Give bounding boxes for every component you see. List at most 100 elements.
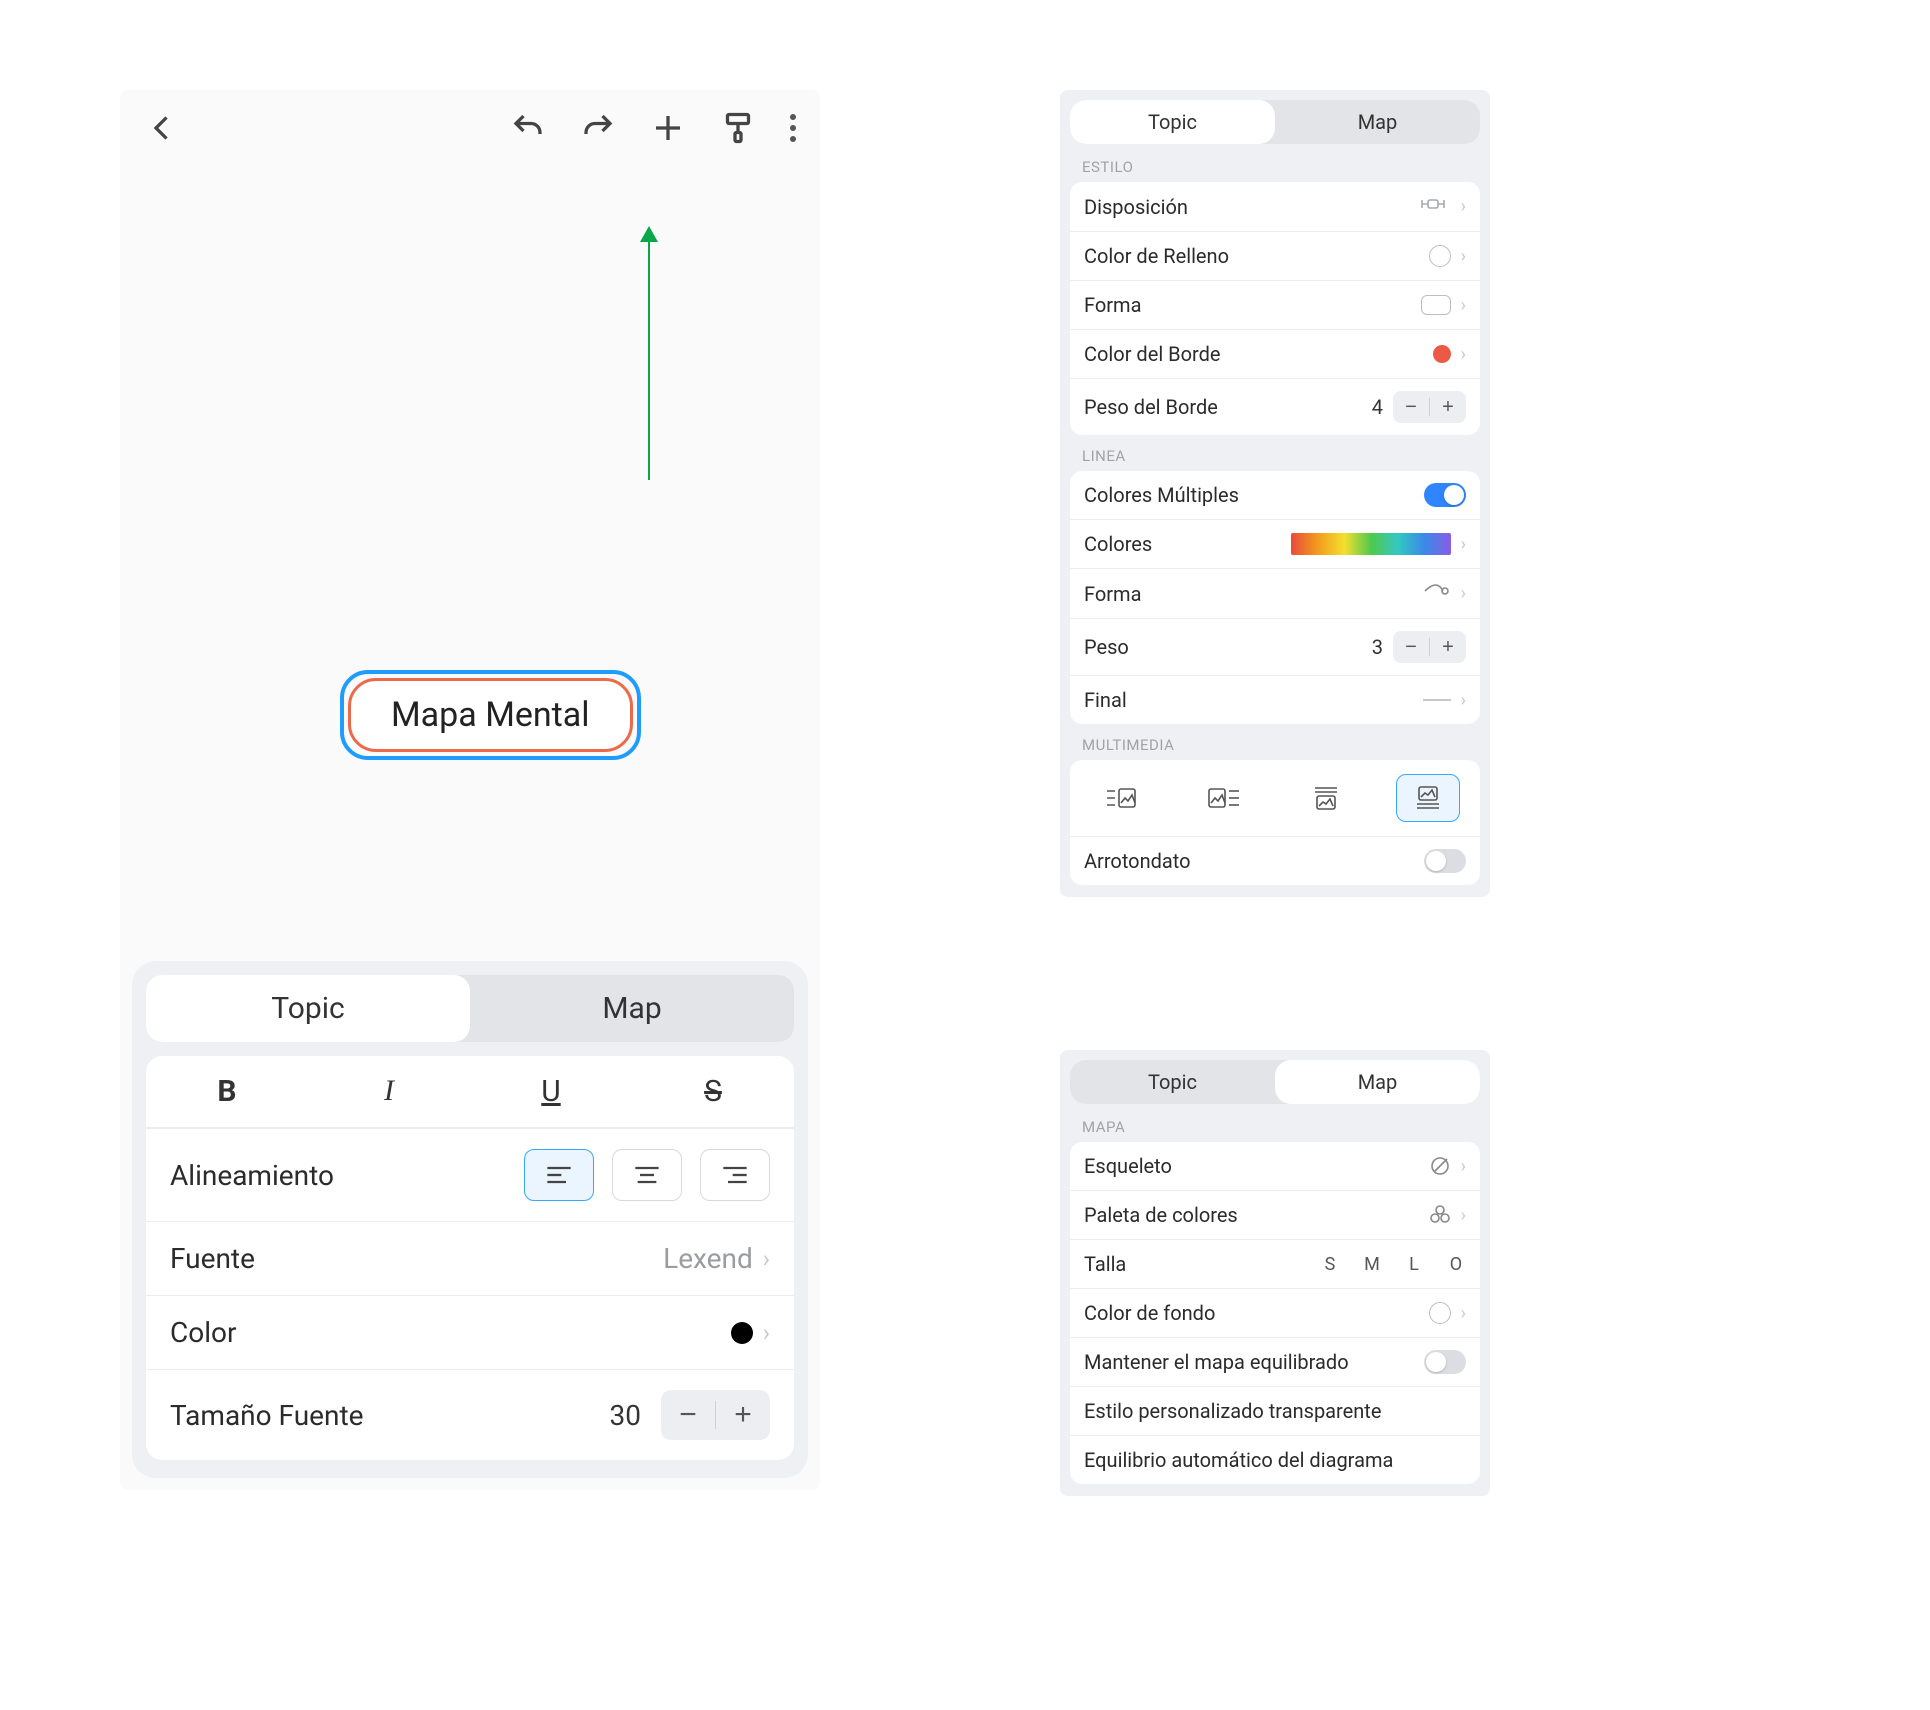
tab-map[interactable]: Map — [1275, 1060, 1480, 1104]
align-center-button[interactable] — [612, 1149, 682, 1201]
linea-sheet: Colores Múltiples Colores › Forma › Peso… — [1070, 471, 1480, 724]
auto-balance-row[interactable]: Equilibrio automático del diagrama — [1070, 1435, 1480, 1484]
chevron-right-icon: › — [1461, 196, 1466, 217]
balanced-label: Mantener el mapa equilibrado — [1084, 1350, 1349, 1374]
size-o-button[interactable]: O — [1446, 1254, 1466, 1275]
border-weight-label: Peso del Borde — [1084, 395, 1218, 419]
media-top-button[interactable] — [1294, 774, 1358, 822]
border-weight-value: 4 — [1372, 395, 1383, 419]
more-icon[interactable] — [790, 114, 796, 142]
skeleton-icon — [1429, 1155, 1451, 1177]
chevron-right-icon: › — [763, 1245, 770, 1273]
chevron-right-icon: › — [1461, 295, 1466, 316]
font-size-row: Tamaño Fuente 30 − + — [146, 1369, 794, 1460]
mindmap-root-label: Mapa Mental — [348, 678, 633, 752]
line-weight-stepper: 3 − + — [1372, 631, 1466, 663]
font-size-decrease-button[interactable]: − — [661, 1390, 715, 1440]
size-l-button[interactable]: L — [1404, 1254, 1424, 1275]
line-weight-increase-button[interactable]: + — [1430, 631, 1466, 663]
size-m-button[interactable]: M — [1362, 1254, 1382, 1275]
section-multimedia-label: MULTIMEDIA — [1070, 724, 1480, 760]
font-size-increase-button[interactable]: + — [716, 1390, 770, 1440]
bold-button[interactable]: B — [197, 1074, 257, 1109]
editor-toolbar — [120, 90, 820, 158]
rounded-toggle[interactable] — [1424, 849, 1466, 873]
balanced-row: Mantener el mapa equilibrado — [1070, 1337, 1480, 1386]
section-mapa-label: MAPA — [1070, 1106, 1480, 1142]
multimedia-sheet: Arrotondato — [1070, 760, 1480, 885]
undo-icon[interactable] — [510, 110, 546, 146]
italic-button[interactable]: I — [359, 1074, 419, 1109]
layout-icon — [1415, 194, 1451, 219]
color-swatch-icon — [731, 1322, 753, 1344]
media-right-button[interactable] — [1192, 774, 1256, 822]
fill-color-row[interactable]: Color de Relleno › — [1070, 231, 1480, 280]
line-end-row[interactable]: Final › — [1070, 675, 1480, 724]
border-color-label: Color del Borde — [1084, 342, 1220, 366]
disposicion-row[interactable]: Disposición › — [1070, 182, 1480, 231]
media-bottom-button[interactable] — [1396, 774, 1460, 822]
colors-label: Colores — [1084, 532, 1152, 556]
color-swatch-icon — [1433, 345, 1451, 363]
border-color-row[interactable]: Color del Borde › — [1070, 329, 1480, 378]
tab-topic[interactable]: Topic — [1070, 100, 1275, 144]
line-weight-decrease-button[interactable]: − — [1393, 631, 1429, 663]
style-tabs: Topic Map — [1070, 100, 1480, 144]
annotation-arrow — [648, 230, 650, 480]
line-weight-value: 3 — [1372, 635, 1383, 659]
bg-color-row[interactable]: Color de fondo › — [1070, 1288, 1480, 1337]
tab-topic[interactable]: Topic — [146, 975, 470, 1042]
transparent-style-row[interactable]: Estilo personalizado transparente — [1070, 1386, 1480, 1435]
size-s-button[interactable]: S — [1320, 1254, 1340, 1275]
shape-row[interactable]: Forma › — [1070, 280, 1480, 329]
multi-colors-row: Colores Múltiples — [1070, 471, 1480, 519]
shape-label: Forma — [1084, 293, 1141, 317]
section-estilo-label: ESTILO — [1070, 146, 1480, 182]
strikethrough-button[interactable]: S — [683, 1074, 743, 1109]
map-style-panel: Topic Map MAPA Esqueleto › Paleta de col… — [1060, 1050, 1490, 1496]
estilo-sheet: Disposición › Color de Relleno › Forma › — [1070, 182, 1480, 435]
tab-map[interactable]: Map — [1275, 100, 1480, 144]
rounded-label: Arrotondato — [1084, 849, 1191, 873]
chevron-right-icon: › — [1461, 534, 1466, 555]
alignment-buttons — [524, 1149, 770, 1201]
skeleton-label: Esqueleto — [1084, 1154, 1172, 1178]
add-icon[interactable] — [650, 110, 686, 146]
color-swatch-icon — [1429, 245, 1451, 267]
line-shape-row[interactable]: Forma › — [1070, 568, 1480, 618]
line-shape-label: Forma — [1084, 582, 1141, 606]
size-row: Talla S M L O — [1070, 1239, 1480, 1288]
section-linea-label: LINEA — [1070, 435, 1480, 471]
format-bottom-sheet: Topic Map B I U S Alineamiento — [132, 961, 808, 1478]
line-weight-label: Peso — [1084, 635, 1129, 659]
color-value: › — [731, 1319, 770, 1347]
alignment-label: Alineamiento — [170, 1159, 334, 1192]
tab-map[interactable]: Map — [470, 975, 794, 1042]
palette-row[interactable]: Paleta de colores › — [1070, 1190, 1480, 1239]
chevron-right-icon: › — [1461, 1156, 1466, 1177]
colors-row[interactable]: Colores › — [1070, 519, 1480, 568]
mindmap-root-node[interactable]: Mapa Mental — [340, 670, 641, 760]
underline-button[interactable]: U — [521, 1074, 581, 1109]
multi-colors-toggle[interactable] — [1424, 483, 1466, 507]
fill-color-label: Color de Relleno — [1084, 244, 1229, 268]
format-paint-icon[interactable] — [720, 110, 756, 146]
skeleton-row[interactable]: Esqueleto › — [1070, 1142, 1480, 1190]
align-left-button[interactable] — [524, 1149, 594, 1201]
tab-topic[interactable]: Topic — [1070, 1060, 1275, 1104]
color-row[interactable]: Color › — [146, 1295, 794, 1369]
back-icon[interactable] — [144, 110, 180, 146]
redo-icon[interactable] — [580, 110, 616, 146]
border-weight-decrease-button[interactable]: − — [1393, 391, 1429, 423]
border-weight-increase-button[interactable]: + — [1430, 391, 1466, 423]
chevron-right-icon: › — [1461, 1205, 1466, 1226]
align-right-button[interactable] — [700, 1149, 770, 1201]
line-weight-row: Peso 3 − + — [1070, 618, 1480, 675]
palette-label: Paleta de colores — [1084, 1203, 1238, 1227]
font-row[interactable]: Fuente Lexend › — [146, 1221, 794, 1295]
media-left-button[interactable] — [1090, 774, 1154, 822]
color-label: Color — [170, 1316, 236, 1349]
size-label: Talla — [1084, 1252, 1126, 1276]
balanced-toggle[interactable] — [1424, 1350, 1466, 1374]
chevron-right-icon: › — [1461, 1303, 1466, 1324]
